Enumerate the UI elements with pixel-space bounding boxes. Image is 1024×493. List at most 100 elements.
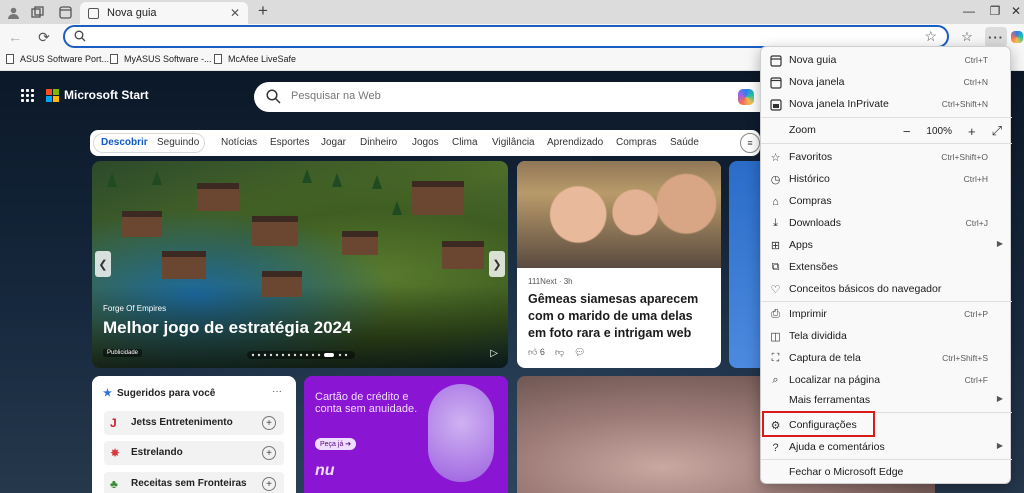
star-icon: ★ — [103, 388, 112, 399]
menu-item-nova-janela[interactable]: Nova janela Ctrl+N — [761, 72, 1012, 92]
menu-item-captura[interactable]: ⛶ Captura de tela Ctrl+Shift+S — [761, 348, 1012, 368]
menu-item-downloads[interactable]: ⤓ Downloads Ctrl+J — [761, 213, 1012, 233]
close-tab-icon[interactable]: ✕ — [230, 6, 240, 20]
nav-item[interactable]: Jogar — [321, 137, 346, 148]
ad-label: Publicidade — [103, 349, 143, 357]
comment-button[interactable]: 💬︎ — [574, 347, 585, 358]
menu-item-imprimir[interactable]: ⎙ Imprimir Ctrl+P — [761, 304, 1012, 324]
hero-ad-card[interactable]: ❮ ❯ Forge Of Empires Melhor jogo de estr… — [92, 161, 508, 368]
nav-item[interactable]: Descobrir — [101, 137, 148, 148]
hero-headline[interactable]: Melhor jogo de estratégia 2024 — [103, 318, 351, 338]
dislike-button[interactable]: 👎︎ — [555, 347, 564, 358]
news-card[interactable]: 111Next · 3h Gêmeas siamesas aparecem co… — [517, 161, 721, 368]
ad-cta-button[interactable]: Peça já ➔ — [315, 438, 357, 450]
like-button[interactable]: 👍︎ 6 — [528, 347, 545, 358]
suggested-name: Receitas sem Fronteiras — [131, 478, 247, 489]
menu-item-compras[interactable]: ⌂ Compras — [761, 191, 1012, 211]
copilot-icon[interactable] — [1010, 27, 1024, 47]
carousel-dots[interactable] — [247, 351, 355, 359]
follow-button[interactable]: + — [262, 477, 276, 491]
menu-item-ajuda[interactable]: ? Ajuda e comentários ▶ — [761, 437, 1012, 457]
menu-label: Ajuda e comentários — [789, 441, 885, 453]
nav-item[interactable]: Esportes — [270, 137, 309, 148]
menu-item-favoritos[interactable]: ☆ Favoritos Ctrl+Shift+O — [761, 147, 1012, 167]
suggested-name: Estrelando — [131, 447, 183, 458]
page-icon — [6, 54, 14, 64]
play-icon[interactable]: ▷ — [490, 348, 498, 359]
fullscreen-icon[interactable]: ⤢ — [992, 123, 1002, 139]
web-search-box[interactable]: Pesquisar na Web — [254, 82, 774, 112]
refresh-button[interactable]: ⟳ — [35, 28, 53, 46]
nav-item[interactable]: Saúde — [670, 137, 699, 148]
nu-logo: nu — [315, 462, 335, 479]
source-logo-icon: ✸ — [110, 446, 121, 460]
essentials-icon: ♡ — [770, 284, 781, 296]
favorite-item[interactable]: ASUS Software Port... — [6, 54, 109, 64]
address-input[interactable] — [95, 29, 895, 44]
menu-item-mais-ferramentas[interactable]: Mais ferramentas ▶ — [761, 390, 1012, 410]
back-button[interactable]: ← — [6, 28, 24, 46]
restore-button[interactable]: ❐ — [984, 2, 1006, 20]
copilot-icon[interactable] — [738, 89, 754, 105]
suggested-item[interactable]: J Jetss Entretenimento + — [104, 411, 284, 435]
nav-item[interactable]: Dinheiro — [360, 137, 397, 148]
feed-settings-icon[interactable]: ≡ — [740, 133, 760, 153]
help-icon: ? — [772, 441, 779, 454]
menu-item-apps[interactable]: ⊞ Apps ▶ — [761, 235, 1012, 255]
menu-item-extensoes[interactable]: ⧉ Extensões — [761, 257, 1012, 277]
menu-item-tela-dividida[interactable]: ◫ Tela dividida — [761, 326, 1012, 346]
nav-item[interactable]: Seguindo — [157, 137, 199, 148]
news-title[interactable]: Gêmeas siamesas aparecem com o marido de… — [528, 291, 714, 342]
suggested-item[interactable]: ✸ Estrelando + — [104, 441, 284, 465]
close-window-button[interactable]: ✕ — [1005, 2, 1024, 20]
brand-name[interactable]: Microsoft Start — [64, 88, 149, 102]
new-tab-button[interactable]: + — [254, 1, 272, 20]
favorite-star-icon[interactable]: ☆ — [924, 28, 937, 45]
download-icon: ⤓ — [773, 217, 778, 229]
screenshot-icon: ⛶ — [771, 352, 780, 364]
nav-item[interactable]: Notícias — [221, 137, 257, 148]
nav-item[interactable]: Compras — [616, 137, 657, 148]
tab-nova-guia[interactable]: Nova guia ✕ — [80, 2, 248, 24]
menu-item-inprivate[interactable]: Nova janela InPrivate Ctrl+Shift+N — [761, 94, 1012, 114]
suggested-item[interactable]: ♣ Receitas sem Fronteiras + — [104, 472, 284, 493]
ad-text: Cartão de crédito e conta sem anuidade. — [315, 391, 418, 415]
menu-label: Zoom — [789, 124, 816, 136]
minimize-button[interactable]: — — [958, 2, 980, 20]
menu-item-nova-guia[interactable]: Nova guia Ctrl+T — [761, 50, 1012, 70]
menu-shortcut: Ctrl+T — [964, 55, 988, 65]
nav-item[interactable]: Clima — [452, 137, 478, 148]
workspaces-icon[interactable] — [28, 3, 46, 21]
settings-and-more-button[interactable]: ··· — [985, 27, 1007, 47]
zoom-in-button[interactable]: + — [968, 124, 976, 139]
zoom-out-button[interactable]: − — [903, 124, 911, 139]
more-options-icon[interactable]: ··· — [272, 386, 282, 397]
tree — [302, 169, 312, 183]
follow-button[interactable]: + — [262, 446, 276, 460]
favorites-icon[interactable]: ☆ — [956, 27, 978, 47]
menu-item-fechar[interactable]: Fechar o Microsoft Edge — [761, 462, 1012, 482]
nubank-ad-card[interactable]: Cartão de crédito e conta sem anuidade. … — [304, 376, 508, 493]
menu-label: Localizar na página — [789, 374, 881, 386]
profile-icon[interactable] — [4, 3, 22, 21]
feed-nav: Descobrir Seguindo Notícias Esportes Jog… — [90, 130, 760, 156]
nav-item[interactable]: Jogos — [412, 137, 439, 148]
menu-label: Downloads — [789, 217, 841, 229]
menu-label: Tela dividida — [789, 330, 847, 342]
nav-item[interactable]: Vigilância — [492, 137, 535, 148]
menu-label: Nova janela InPrivate — [789, 98, 889, 110]
menu-item-historico[interactable]: ◷ Histórico Ctrl+H — [761, 169, 1012, 189]
favorite-item[interactable]: McAfee LiveSafe — [214, 54, 296, 64]
menu-item-localizar[interactable]: ⌕ Localizar na página Ctrl+F — [761, 370, 1012, 390]
carousel-prev-button[interactable]: ❮ — [95, 251, 111, 277]
village-house — [442, 241, 484, 269]
tab-actions-icon[interactable] — [56, 3, 74, 21]
app-launcher-icon[interactable] — [21, 89, 34, 102]
menu-item-conceitos[interactable]: ♡ Conceitos básicos do navegador — [761, 279, 1012, 299]
follow-button[interactable]: + — [262, 416, 276, 430]
carousel-next-button[interactable]: ❯ — [489, 251, 505, 277]
tab-strip: Nova guia ✕ + — ❐ ✕ — [0, 0, 1024, 24]
nav-item[interactable]: Aprendizado — [547, 137, 603, 148]
address-bar[interactable]: ☆ — [63, 25, 949, 48]
favorite-item[interactable]: MyASUS Software -... — [110, 54, 212, 64]
